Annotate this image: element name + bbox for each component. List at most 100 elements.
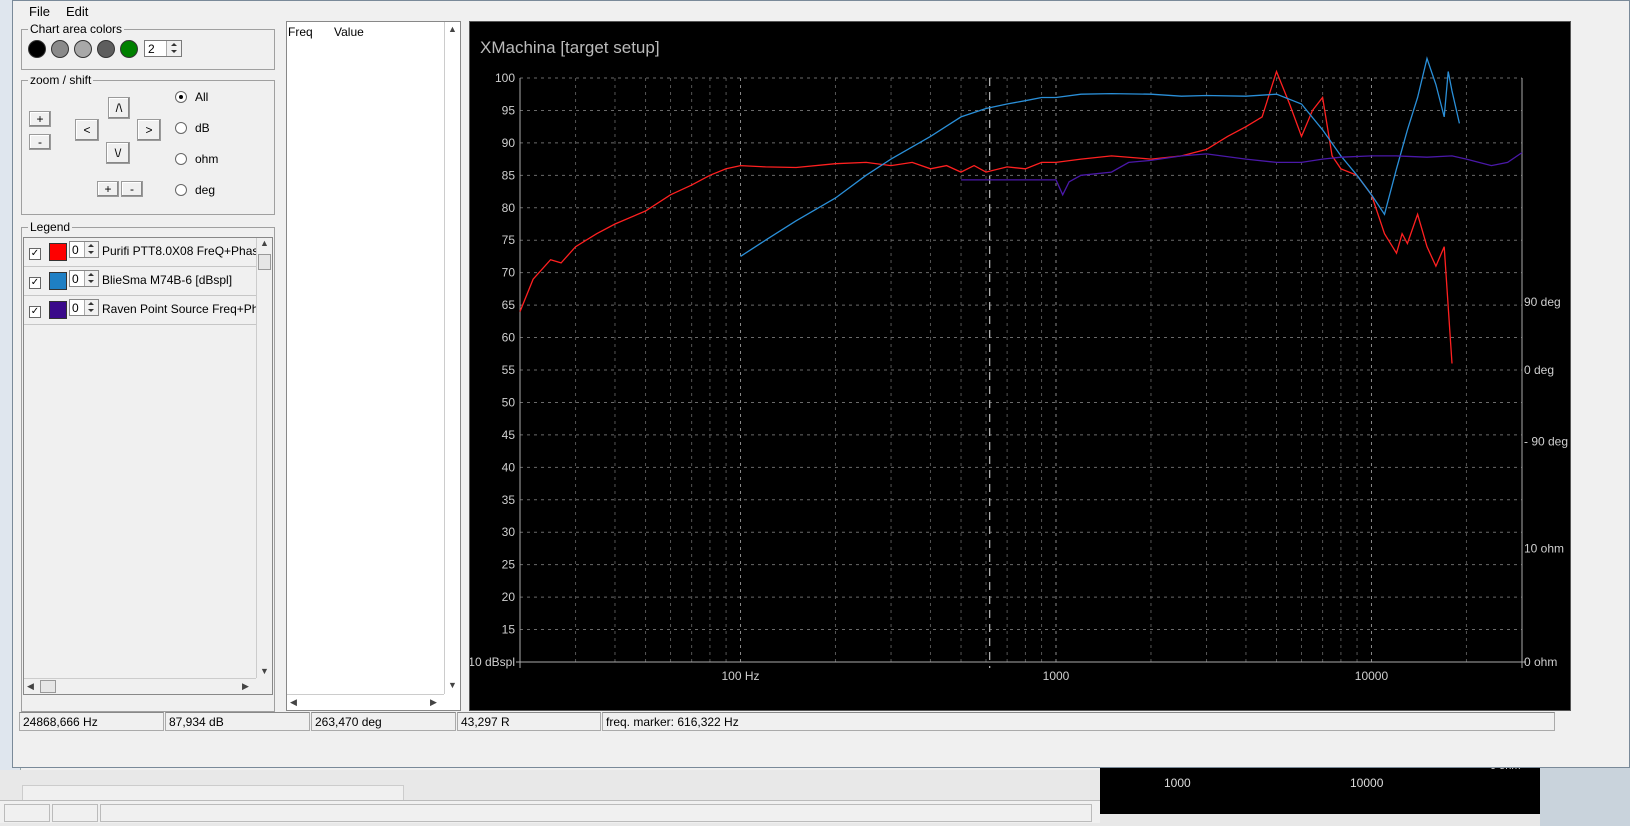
- y-tick-label: 90: [502, 136, 516, 150]
- radio-all[interactable]: All: [175, 90, 208, 104]
- shift-up-button[interactable]: /\: [108, 97, 130, 119]
- list-horizontal-scrollbar[interactable]: ◀ ▶: [287, 694, 444, 710]
- legend-offset-stepper[interactable]: 0: [69, 241, 99, 258]
- legend-vertical-scrollbar[interactable]: ▲ ▼: [256, 238, 272, 678]
- background-horizontal-scrollbar[interactable]: [22, 785, 404, 801]
- scroll-down-icon[interactable]: ▼: [448, 680, 457, 690]
- background-chart: 1000 10000 0 ohm: [1100, 760, 1540, 814]
- zoom-in-button[interactable]: +: [29, 111, 51, 127]
- radio-db[interactable]: dB: [175, 121, 210, 135]
- status-phase: 263,470 deg: [311, 712, 456, 731]
- scroll-right-icon[interactable]: ▶: [430, 697, 437, 708]
- right-axis-label: - 90 deg: [1524, 434, 1568, 448]
- right-axis-label: 0 ohm: [1524, 655, 1557, 669]
- y-tick-label: 30: [502, 525, 516, 539]
- right-axis-label: 10 ohm: [1524, 541, 1564, 555]
- legend-offset-stepper[interactable]: 0: [69, 299, 99, 316]
- zoom-out-button[interactable]: -: [29, 134, 51, 150]
- scrollbar-thumb[interactable]: [258, 254, 271, 270]
- shift-down-button[interactable]: \/: [106, 142, 130, 164]
- frequency-response-chart[interactable]: 100 95 90 85 80 75 70 65 60 55 50 45 40 35 30 25 20 15 10 …: [470, 22, 1568, 708]
- shift-right-button[interactable]: >: [137, 119, 161, 141]
- y-tick-label: 20: [502, 590, 516, 604]
- freq-value-list[interactable]: Freq Value ▲ ▼ ◀ ▶: [286, 21, 461, 711]
- color-swatch-grid[interactable]: [74, 40, 92, 58]
- zoom-shift-title: zoom / shift: [30, 73, 92, 87]
- legend-color-swatch[interactable]: [49, 272, 67, 290]
- scrollbar-thumb[interactable]: [40, 680, 56, 693]
- legend-item[interactable]: ✓ 0 Raven Point Source Freq+Phase: [24, 296, 256, 325]
- column-header-freq[interactable]: Freq: [288, 25, 313, 39]
- color-swatch-marker[interactable]: [120, 40, 138, 58]
- legend-title: Legend: [30, 220, 71, 234]
- scroll-right-icon[interactable]: ▶: [242, 681, 249, 692]
- zoom-shift-group: zoom / shift: [21, 73, 275, 215]
- legend-item-name: Purifi PTT8.0X08 FreQ+Phase [dB: [102, 244, 256, 258]
- status-frequency: 24868,666 Hz: [19, 712, 164, 731]
- radio-unselected-icon[interactable]: [175, 153, 187, 165]
- legend-item-name: BlieSma M74B-6 [dBspl]: [102, 273, 233, 287]
- status-level: 87,934 dB: [165, 712, 310, 731]
- y-tick-label: 80: [502, 201, 516, 215]
- chart-panel[interactable]: XMachina [target setup] 100 95 90 85 80 75 70 6…: [469, 21, 1571, 711]
- color-swatch-background[interactable]: [28, 40, 46, 58]
- scroll-left-icon[interactable]: ◀: [290, 697, 297, 708]
- menu-bar: File Edit: [21, 1, 96, 21]
- radio-db-label: dB: [195, 121, 210, 135]
- stepper-arrows-icon[interactable]: [84, 242, 98, 257]
- y-tick-label: 65: [502, 298, 516, 312]
- series-line-3[interactable]: [961, 152, 1523, 197]
- y-tick-label: 50: [502, 395, 516, 409]
- stepper-arrows-icon[interactable]: [84, 300, 98, 315]
- horizontal-zoom-in-button[interactable]: +: [97, 181, 119, 197]
- legend-item[interactable]: ✓ 0 Purifi PTT8.0X08 FreQ+Phase [dB: [24, 238, 256, 267]
- chart-area-colors-title: Chart area colors: [30, 22, 123, 36]
- y-tick-label: 55: [502, 363, 516, 377]
- horizontal-zoom-out-button[interactable]: -: [121, 181, 143, 197]
- legend-checkbox[interactable]: ✓: [29, 277, 41, 289]
- scroll-up-icon[interactable]: ▲: [260, 238, 269, 248]
- radio-unselected-icon[interactable]: [175, 122, 187, 134]
- column-header-value[interactable]: Value: [334, 25, 364, 39]
- line-width-stepper[interactable]: 2: [144, 40, 182, 57]
- radio-selected-icon[interactable]: [175, 91, 187, 103]
- scroll-left-icon[interactable]: ◀: [27, 681, 34, 692]
- status-bar: 24868,666 Hz 87,934 dB 263,470 deg 43,29…: [19, 712, 1559, 732]
- x-tick-label: 10000: [1355, 669, 1389, 683]
- background-status-bar: [0, 800, 1100, 823]
- legend-horizontal-scrollbar[interactable]: ◀ ▶: [24, 678, 256, 694]
- scroll-down-icon[interactable]: ▼: [260, 666, 269, 676]
- stepper-arrows-icon[interactable]: [166, 41, 181, 56]
- status-impedance: 43,297 R: [457, 712, 601, 731]
- y-tick-label: 85: [502, 168, 516, 182]
- legend-checkbox[interactable]: ✓: [29, 306, 41, 318]
- y-tick-label: 45: [502, 428, 516, 442]
- radio-deg[interactable]: deg: [175, 183, 215, 197]
- radio-unselected-icon[interactable]: [175, 184, 187, 196]
- y-tick-label: 100: [495, 71, 515, 85]
- legend-item[interactable]: ✓ 0 BlieSma M74B-6 [dBspl]: [24, 267, 256, 296]
- legend-color-swatch[interactable]: [49, 301, 67, 319]
- shift-left-button[interactable]: <: [75, 119, 99, 141]
- legend-item-name: Raven Point Source Freq+Phase: [102, 302, 256, 316]
- color-swatch-axis[interactable]: [51, 40, 69, 58]
- radio-ohm[interactable]: ohm: [175, 152, 218, 166]
- radio-deg-label: deg: [195, 183, 216, 197]
- status-freq-marker: freq. marker: 616,322 Hz: [602, 712, 1555, 731]
- menu-edit[interactable]: Edit: [58, 1, 96, 21]
- y-unit-label: 10 dBspl: [470, 655, 515, 669]
- legend-color-swatch[interactable]: [49, 243, 67, 261]
- y-tick-label: 40: [502, 460, 516, 474]
- y-tick-label: 35: [502, 493, 516, 507]
- legend-checkbox[interactable]: ✓: [29, 248, 41, 260]
- radio-all-label: All: [195, 90, 209, 104]
- background-status-cell: [4, 804, 50, 822]
- y-tick-label: 95: [502, 103, 516, 117]
- legend-offset-stepper[interactable]: 0: [69, 270, 99, 287]
- background-x-tick: 10000: [1350, 776, 1384, 790]
- stepper-arrows-icon[interactable]: [84, 271, 98, 286]
- list-vertical-scrollbar[interactable]: ▲ ▼: [444, 22, 460, 694]
- color-swatch-subgrid[interactable]: [97, 40, 115, 58]
- scroll-up-icon[interactable]: ▲: [448, 24, 457, 34]
- menu-file[interactable]: File: [21, 1, 58, 21]
